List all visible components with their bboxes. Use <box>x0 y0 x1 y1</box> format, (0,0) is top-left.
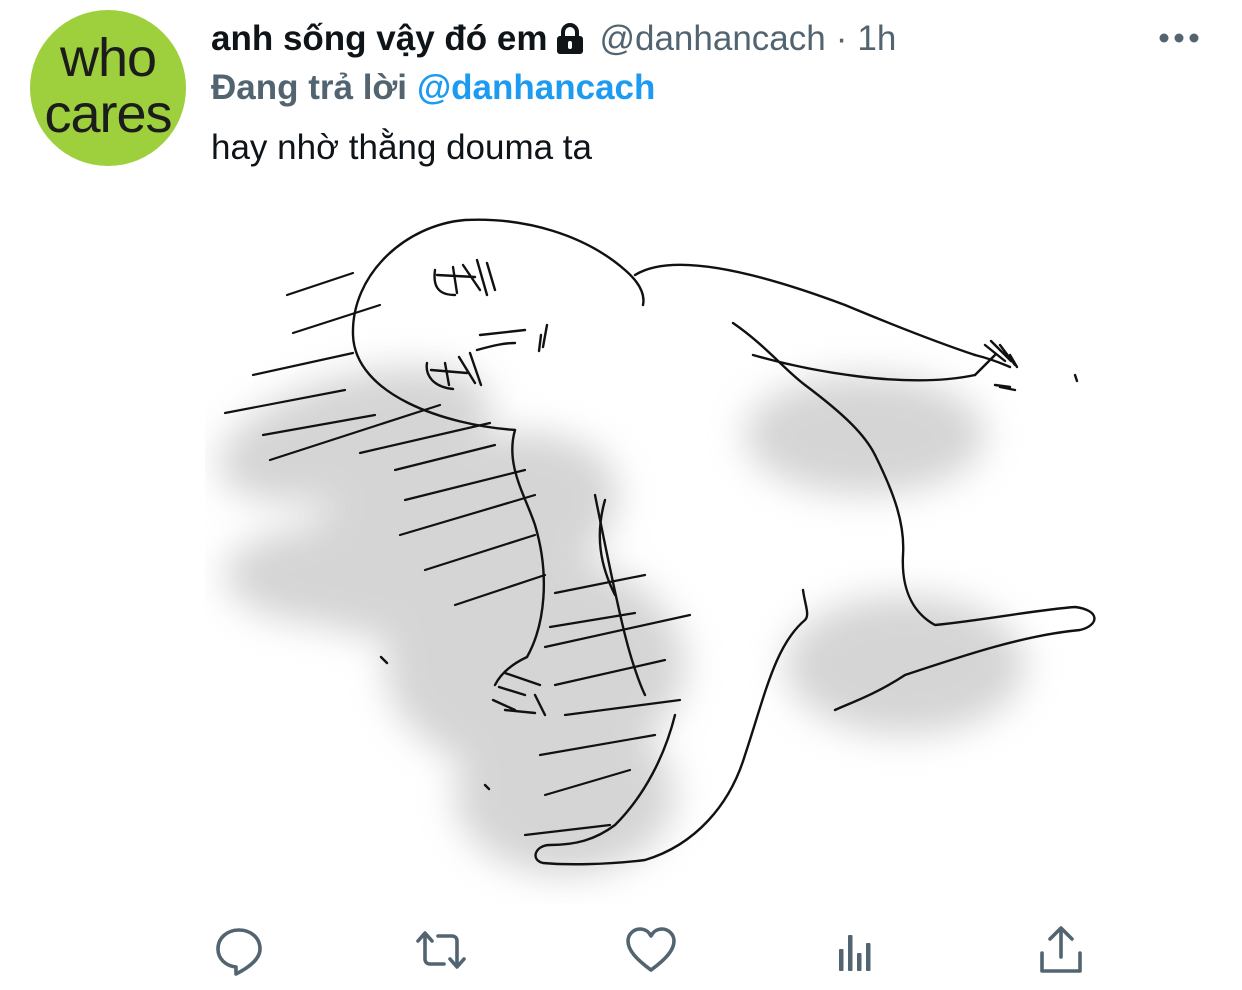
more-horizontal-icon[interactable] <box>1158 30 1200 46</box>
analytics-icon[interactable] <box>830 923 884 977</box>
avatar-text-line1: who <box>59 28 157 88</box>
user-handle[interactable]: @danhancach <box>599 19 825 59</box>
tweet-actions <box>0 915 1242 985</box>
avatar[interactable]: who cares <box>30 10 186 166</box>
avatar-text-line2: cares <box>44 84 172 144</box>
display-name[interactable]: anh sống vậy đó em <box>211 19 547 59</box>
replying-to: Đang trả lời @danhancach <box>211 68 655 108</box>
reply-prefix: Đang trả lời <box>211 68 408 107</box>
tweet-text: hay nhờ thằng douma ta <box>211 128 593 167</box>
timestamp[interactable]: 1h <box>857 19 896 59</box>
share-icon[interactable] <box>1034 923 1088 977</box>
separator-dot: · <box>835 19 848 58</box>
like-icon[interactable] <box>624 923 678 977</box>
tweet-image[interactable] <box>205 195 1115 905</box>
reply-icon[interactable] <box>212 923 266 977</box>
tweet-header: anh sống vậy đó em @danhancach · 1h <box>211 16 896 62</box>
lock-icon <box>555 23 585 55</box>
retweet-icon[interactable] <box>414 923 468 977</box>
reply-handle-link[interactable]: @danhancach <box>417 68 655 107</box>
